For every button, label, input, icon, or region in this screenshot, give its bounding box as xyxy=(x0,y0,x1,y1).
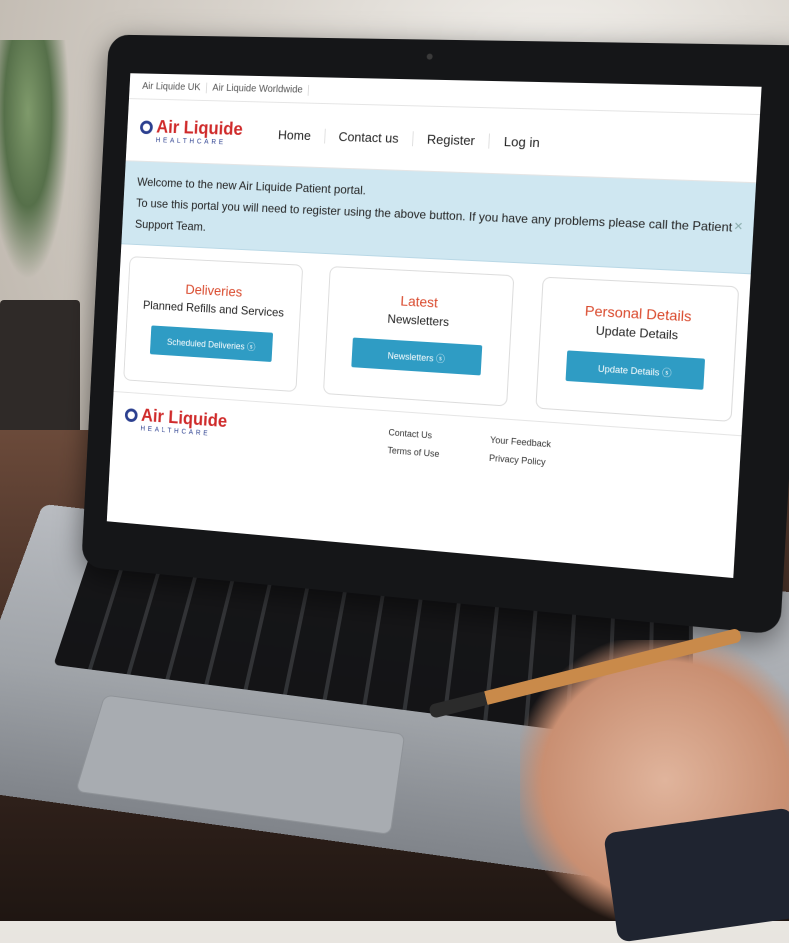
card-title: Personal Details xyxy=(584,302,692,325)
topbar-link-uk[interactable]: Air Liquide UK xyxy=(136,80,208,93)
update-details-button[interactable]: Update Details ⓢ xyxy=(565,350,706,390)
brand-logo[interactable]: Air Liquide HEALTHCARE xyxy=(139,117,243,147)
footer-col-1: Contact Us Terms of Use xyxy=(387,423,441,463)
webcam-icon xyxy=(426,53,433,60)
card-personal-details: Personal Details Update Details Update D… xyxy=(535,276,740,422)
footer-link-terms[interactable]: Terms of Use xyxy=(387,441,440,463)
card-subtitle: Update Details xyxy=(595,323,679,343)
footer-link-privacy[interactable]: Privacy Policy xyxy=(489,449,551,472)
card-subtitle: Newsletters xyxy=(387,311,450,330)
card-subtitle: Planned Refills and Services xyxy=(142,298,285,320)
card-latest: Latest Newsletters Newsletters ⓢ xyxy=(322,266,515,407)
topbar-link-worldwide[interactable]: Air Liquide Worldwide xyxy=(206,82,310,96)
footer-logo: Air Liquide HEALTHCARE xyxy=(124,404,228,446)
card-title: Deliveries xyxy=(185,281,243,300)
nav-register[interactable]: Register xyxy=(412,130,491,149)
brand-tagline: HEALTHCARE xyxy=(155,137,226,147)
newsletters-button[interactable]: Newsletters ⓢ xyxy=(351,337,483,376)
card-title: Latest xyxy=(400,292,439,311)
background-plant xyxy=(0,40,70,280)
close-icon[interactable]: × xyxy=(733,214,743,237)
nav-contact-us[interactable]: Contact us xyxy=(324,128,414,146)
logo-icon xyxy=(139,119,154,134)
footer-col-2: Your Feedback Privacy Policy xyxy=(489,431,552,472)
footer-links: Contact Us Terms of Use Your Feedback Pr… xyxy=(387,423,551,471)
card-deliveries: Deliveries Planned Refills and Services … xyxy=(123,256,304,393)
brand-name: Air Liquide xyxy=(155,117,244,139)
nav-home[interactable]: Home xyxy=(264,126,326,144)
nav-log-in[interactable]: Log in xyxy=(489,133,554,150)
scheduled-deliveries-button[interactable]: Scheduled Deliveries ⓢ xyxy=(149,325,274,362)
laptop-lid: Air Liquide UK Air Liquide Worldwide Air… xyxy=(81,34,789,635)
browser-screen: Air Liquide UK Air Liquide Worldwide Air… xyxy=(106,73,762,579)
logo-icon xyxy=(124,407,138,422)
